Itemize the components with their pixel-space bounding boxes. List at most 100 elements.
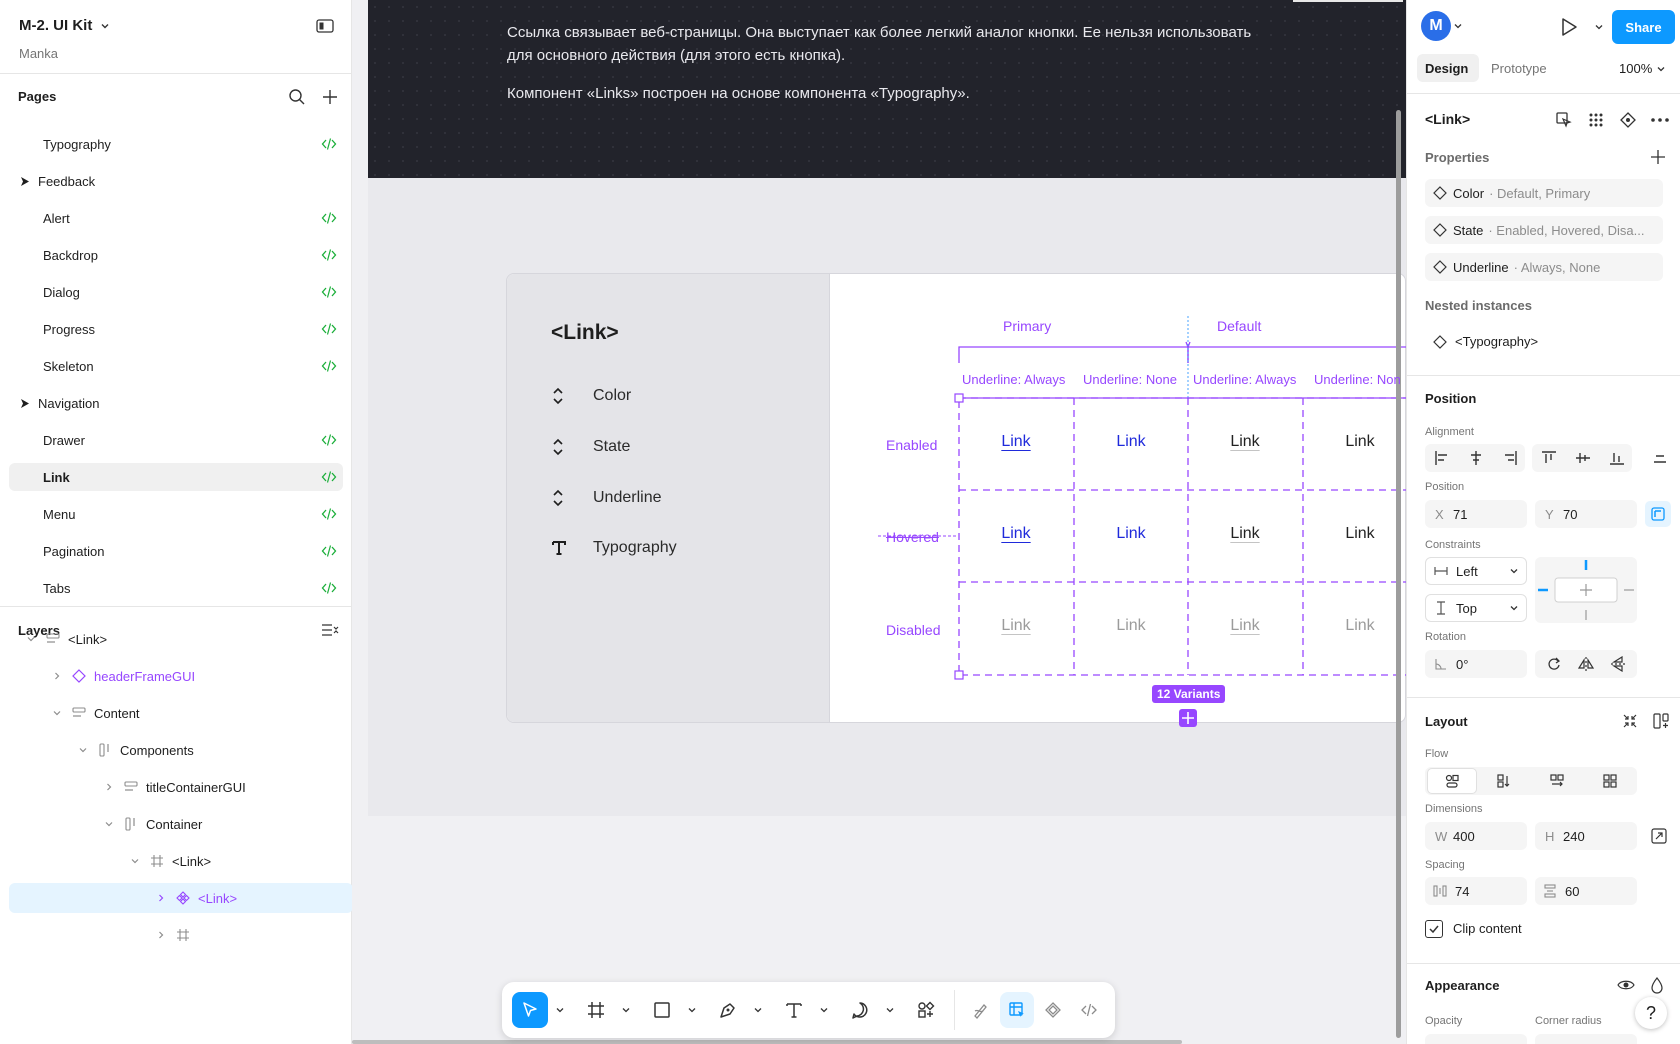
link-variant[interactable]: Link: [1076, 433, 1186, 451]
y-input[interactable]: Y 70: [1535, 500, 1637, 528]
component-property-row[interactable]: Color · Default, Primary: [1425, 179, 1663, 207]
resize-to-fit-icon[interactable]: [1650, 827, 1668, 845]
component-property-row[interactable]: State · Enabled, Hovered, Disa...: [1425, 216, 1663, 244]
auto-layout-icon[interactable]: [1652, 712, 1670, 730]
chevron-down-icon[interactable]: [556, 1006, 564, 1014]
layer-row[interactable]: <Link>: [9, 883, 353, 913]
dev-mode-button[interactable]: [1072, 992, 1106, 1028]
link-variant[interactable]: Link: [1076, 525, 1186, 543]
flip-horizontal-icon[interactable]: [1571, 651, 1601, 677]
tab-design[interactable]: Design: [1425, 61, 1468, 76]
chevron-right-icon[interactable]: [156, 893, 168, 903]
add-property-icon[interactable]: [1650, 149, 1666, 165]
x-input[interactable]: X 71: [1425, 500, 1527, 528]
width-input[interactable]: W 400: [1425, 822, 1527, 850]
layer-row[interactable]: titleContainerGUI: [9, 772, 353, 802]
horizontal-scrollbar[interactable]: [352, 1040, 1182, 1044]
link-variant[interactable]: Link: [1305, 617, 1406, 635]
search-icon[interactable]: [288, 88, 306, 106]
link-variant[interactable]: Link: [1190, 617, 1300, 635]
actions-button[interactable]: [908, 992, 944, 1028]
page-item[interactable]: Alert: [9, 204, 343, 232]
go-to-component-icon[interactable]: [1555, 111, 1573, 129]
page-item[interactable]: Progress: [9, 315, 343, 343]
layer-row[interactable]: Content: [9, 698, 353, 728]
link-variant[interactable]: Link: [961, 433, 1071, 451]
component-mode-button[interactable]: [1036, 992, 1070, 1028]
chevron-down-icon[interactable]: [130, 856, 142, 866]
chevron-right-icon[interactable]: [52, 671, 64, 681]
pen-tool-button[interactable]: [710, 992, 746, 1028]
layer-row[interactable]: Container: [9, 809, 353, 839]
toggle-sidebar-icon[interactable]: [316, 18, 334, 34]
chevron-down-icon[interactable]: [688, 1006, 696, 1014]
add-page-icon[interactable]: [321, 88, 339, 106]
horizontal-gap-input[interactable]: 74: [1425, 877, 1527, 905]
link-variant[interactable]: Link: [1305, 525, 1406, 543]
layer-row[interactable]: <Link>: [9, 846, 353, 876]
page-item[interactable]: Skeleton: [9, 352, 343, 380]
layer-row[interactable]: [9, 920, 353, 950]
chevron-down-icon[interactable]: [104, 819, 116, 829]
link-variant[interactable]: Link: [1190, 433, 1300, 451]
page-group[interactable]: Navigation: [19, 396, 99, 411]
blend-mode-icon[interactable]: [1649, 976, 1665, 994]
page-group[interactable]: Feedback: [19, 174, 95, 189]
tab-prototype[interactable]: Prototype: [1491, 61, 1547, 76]
avatar[interactable]: M: [1421, 11, 1451, 41]
height-input[interactable]: H 240: [1535, 822, 1637, 850]
move-tool-button[interactable]: [512, 992, 548, 1028]
page-item[interactable]: Backdrop: [9, 241, 343, 269]
component-property-row[interactable]: Underline · Always, None: [1425, 253, 1663, 281]
flow-vertical-icon[interactable]: [1489, 768, 1519, 794]
chevron-down-icon[interactable]: [78, 745, 90, 755]
opacity-input[interactable]: [1425, 1034, 1527, 1044]
text-tool-button[interactable]: [776, 992, 812, 1028]
link-variant[interactable]: Link: [1076, 617, 1186, 635]
rotation-input[interactable]: 0°: [1425, 650, 1527, 678]
zoom-menu[interactable]: 100%: [1619, 61, 1665, 76]
comment-tool-button[interactable]: [842, 992, 878, 1028]
link-variant[interactable]: Link: [961, 617, 1071, 635]
constraint-toggle-icon[interactable]: [1645, 501, 1671, 527]
page-item[interactable]: Menu: [9, 500, 343, 528]
more-icon[interactable]: [1650, 111, 1670, 129]
design-mode-button[interactable]: [1000, 992, 1034, 1028]
canvas[interactable]: Ссылка связывает веб-страницы. Она высту…: [352, 0, 1406, 1044]
link-variant[interactable]: Link: [1190, 525, 1300, 543]
chevron-down-icon[interactable]: [1454, 22, 1462, 30]
present-button[interactable]: [1559, 16, 1579, 38]
align-right-icon[interactable]: [1495, 445, 1525, 471]
align-center-h-icon[interactable]: [1461, 445, 1491, 471]
corner-radius-input[interactable]: [1535, 1034, 1637, 1044]
align-middle-icon[interactable]: [1568, 445, 1598, 471]
align-top-icon[interactable]: [1534, 445, 1564, 471]
page-item[interactable]: Feedback: [9, 167, 343, 195]
page-item[interactable]: Navigation: [9, 389, 343, 417]
distribute-icon[interactable]: [1645, 445, 1675, 471]
page-item[interactable]: Tabs: [9, 574, 343, 602]
page-item[interactable]: Dialog: [9, 278, 343, 306]
nested-instance[interactable]: <Typography>: [1433, 334, 1538, 349]
page-item[interactable]: Link: [9, 463, 343, 491]
share-button[interactable]: Share: [1612, 10, 1675, 44]
draw-mode-button[interactable]: [964, 992, 998, 1028]
vertical-constraint-select[interactable]: Top: [1425, 594, 1527, 622]
rotate-icon[interactable]: [1539, 651, 1569, 677]
page-item[interactable]: Drawer: [9, 426, 343, 454]
constraint-widget[interactable]: [1535, 557, 1637, 623]
align-bottom-icon[interactable]: [1602, 445, 1632, 471]
help-button[interactable]: ?: [1635, 997, 1667, 1029]
chevron-down-icon[interactable]: [52, 708, 64, 718]
chevron-down-icon[interactable]: [820, 1006, 828, 1014]
variants-badge[interactable]: 12 Variants: [1152, 685, 1226, 703]
chevron-down-icon[interactable]: [886, 1006, 894, 1014]
project-menu[interactable]: M-2. UI Kit: [19, 17, 110, 34]
chevron-down-icon[interactable]: [754, 1006, 762, 1014]
layer-row[interactable]: Components: [9, 735, 353, 765]
eye-icon[interactable]: [1617, 977, 1635, 993]
clip-content-checkbox[interactable]: [1425, 920, 1443, 938]
chevron-down-icon[interactable]: [26, 634, 38, 644]
flow-freeform-icon[interactable]: [1427, 768, 1477, 794]
chevron-down-icon[interactable]: [1595, 23, 1603, 31]
